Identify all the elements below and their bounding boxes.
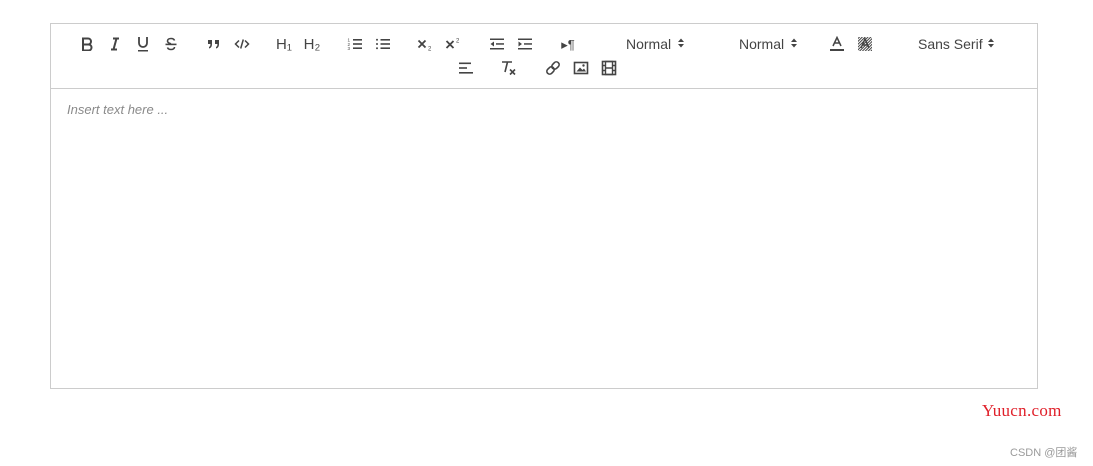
chevron-up-down-icon — [790, 36, 798, 52]
editor-toolbar: H₁ H₂ 123 2 2 ▸¶ Normal Normal Sans Seri… — [51, 24, 1037, 89]
direction-icon[interactable]: ▸¶ — [556, 33, 580, 55]
author-watermark: CSDN @团酱 — [1010, 447, 1078, 459]
header-2-icon[interactable]: H₂ — [300, 33, 324, 55]
ordered-list-icon[interactable]: 123 — [343, 33, 367, 55]
blockquote-icon[interactable] — [202, 33, 226, 55]
superscript-icon[interactable]: 2 — [442, 33, 466, 55]
svg-text:2: 2 — [428, 47, 432, 52]
header-1-icon[interactable]: H₁ — [272, 33, 296, 55]
underline-icon[interactable] — [131, 33, 155, 55]
svg-text:2: 2 — [456, 39, 460, 45]
link-icon[interactable] — [541, 57, 565, 79]
indent-icon[interactable] — [513, 33, 537, 55]
chevron-up-down-icon — [987, 36, 995, 52]
rich-text-editor: H₁ H₂ 123 2 2 ▸¶ Normal Normal Sans Seri… — [50, 23, 1038, 389]
svg-text:3: 3 — [348, 46, 351, 51]
size-picker[interactable]: Normal — [739, 33, 798, 55]
strike-icon[interactable] — [159, 33, 183, 55]
chevron-up-down-icon — [677, 36, 685, 52]
code-block-icon[interactable] — [230, 33, 254, 55]
text-color-icon[interactable] — [825, 33, 849, 55]
site-watermark: Yuucn.com — [982, 401, 1062, 420]
clean-format-icon[interactable] — [497, 57, 521, 79]
background-color-icon[interactable] — [853, 33, 877, 55]
italic-icon[interactable] — [103, 33, 127, 55]
header-picker[interactable]: Normal — [626, 33, 685, 55]
editor-placeholder: Insert text here ... — [67, 102, 169, 117]
align-icon[interactable] — [454, 57, 478, 79]
subscript-icon[interactable]: 2 — [414, 33, 438, 55]
editor-content-area[interactable]: Insert text here ... — [51, 89, 1037, 388]
video-icon[interactable] — [597, 57, 621, 79]
outdent-icon[interactable] — [485, 33, 509, 55]
image-icon[interactable] — [569, 57, 593, 79]
bullet-list-icon[interactable] — [371, 33, 395, 55]
font-picker[interactable]: Sans Serif — [918, 33, 995, 55]
bold-icon[interactable] — [75, 33, 99, 55]
